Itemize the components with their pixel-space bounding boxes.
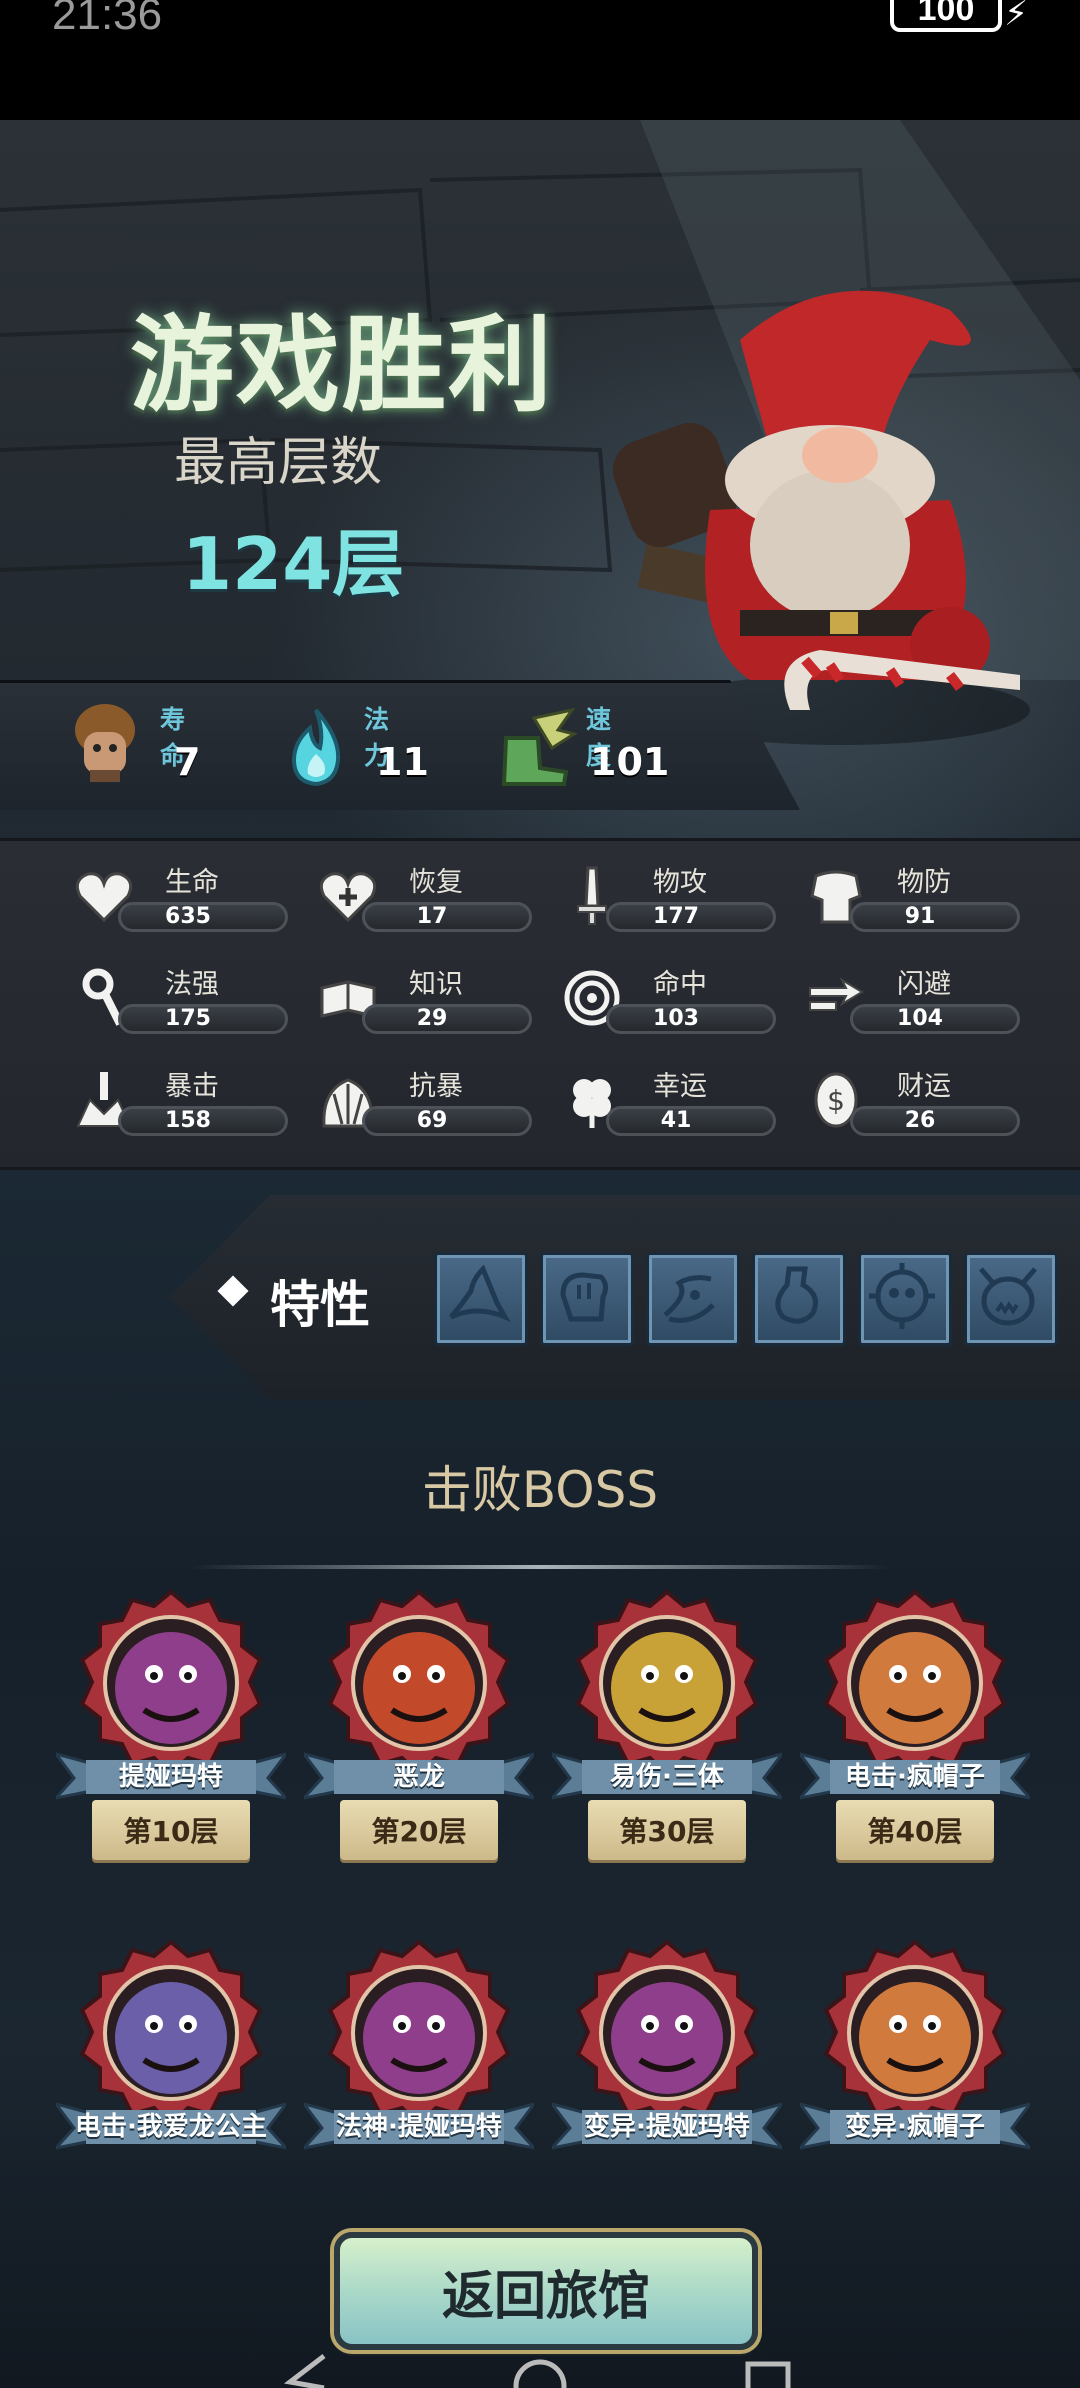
trait-potion[interactable] xyxy=(752,1252,846,1346)
boss-name: 变异·提娅玛特 xyxy=(584,2112,750,2142)
attr-crit-resist: 抗暴 69 xyxy=(316,1064,542,1144)
boss-card[interactable]: 法神·提娅玛特 xyxy=(304,1938,534,2238)
boss-floor: 第20层 xyxy=(371,1815,467,1848)
attr-label: 恢复 xyxy=(409,867,463,898)
boss-name: 电击·疯帽子 xyxy=(845,1762,985,1792)
attr-hp: 生命 635 xyxy=(72,860,298,940)
traits-title: 特性 xyxy=(270,1276,370,1334)
stat-value: 7 xyxy=(174,740,201,784)
attr-label: 知识 xyxy=(409,969,463,1000)
boss-card[interactable]: 易伤·三体第30层 xyxy=(552,1588,782,1888)
max-floor-value: 124层 xyxy=(182,522,405,606)
attr-label: 抗暴 xyxy=(409,1071,463,1102)
attr-label: 法强 xyxy=(165,969,219,1000)
attr-fortune: $ 财运 26 xyxy=(804,1064,1030,1144)
attr-phys-defense: 物防 91 xyxy=(804,860,1030,940)
skull-gear-icon xyxy=(869,1263,935,1329)
attr-label: 财运 xyxy=(897,1071,951,1102)
boss-floor: 第30层 xyxy=(619,1815,715,1848)
ogre-face-icon xyxy=(979,1267,1037,1326)
attr-value: 41 xyxy=(660,1108,692,1133)
boss-card[interactable]: 电击·我爱龙公主 xyxy=(56,1938,286,2238)
charging-icon: ⚡ xyxy=(1004,0,1028,34)
section-divider xyxy=(190,1565,890,1569)
attr-luck: 幸运 41 xyxy=(560,1064,786,1144)
attr-dodge: 闪避 104 xyxy=(804,962,1030,1042)
boss-name: 恶龙 xyxy=(392,1762,445,1792)
attr-value: 26 xyxy=(904,1108,936,1133)
status-time: 21:36 xyxy=(52,0,163,39)
attr-accuracy: 命中 103 xyxy=(560,962,786,1042)
boss-card[interactable]: 变异·疯帽子 xyxy=(800,1938,1030,2238)
status-bar: 21:36 100 ⚡ xyxy=(0,0,1080,120)
attr-value: 91 xyxy=(904,904,936,929)
winged-boot-icon xyxy=(501,708,578,786)
attr-label: 暴击 xyxy=(165,1071,219,1102)
trait-scroll-map[interactable] xyxy=(646,1252,740,1346)
battery-indicator: 100 xyxy=(890,0,1002,32)
attr-label: 生命 xyxy=(165,867,219,898)
villager-icon xyxy=(75,704,135,782)
boss-name: 易伤·三体 xyxy=(610,1762,724,1792)
attr-value: 29 xyxy=(416,1006,448,1031)
boss-card[interactable]: 电击·疯帽子 第40层 xyxy=(800,1588,1030,1888)
scroll-map-icon xyxy=(663,1275,715,1323)
trait-wizard-hat[interactable] xyxy=(434,1252,528,1346)
attr-value: 177 xyxy=(653,904,699,929)
wizard-hat-icon xyxy=(449,1264,511,1323)
boss-card[interactable]: 变异·提娅玛特 xyxy=(552,1938,782,2238)
boss-name: 法神·提娅玛特 xyxy=(336,2112,502,2142)
boss-card[interactable]: 提娅玛特第10层 xyxy=(56,1588,286,1888)
fist-icon xyxy=(560,1272,609,1322)
nav-recents-icon xyxy=(745,2361,791,2388)
blue-flame-icon xyxy=(291,708,341,786)
nav-back-icon xyxy=(283,2354,326,2388)
attr-phys-attack: 物攻 177 xyxy=(560,860,786,940)
boss-name: 变异·疯帽子 xyxy=(845,2112,985,2142)
boss-card[interactable]: 恶龙第20层 xyxy=(304,1588,534,1888)
attr-value: 635 xyxy=(165,904,211,929)
stat-value: 101 xyxy=(590,740,670,784)
boss-name: 提娅玛特 xyxy=(118,1762,223,1792)
attr-label: 命中 xyxy=(653,969,707,1000)
attr-value: 103 xyxy=(653,1006,699,1031)
attr-value: 175 xyxy=(165,1006,211,1031)
attr-label: 物攻 xyxy=(653,867,707,898)
boss-name: 电击·我爱龙公主 xyxy=(75,2112,267,2142)
attr-value: 104 xyxy=(897,1006,943,1031)
max-floor-label: 最高层数 xyxy=(174,433,383,493)
attr-label: 幸运 xyxy=(653,1071,707,1102)
boss-floor: 第10层 xyxy=(123,1815,219,1848)
system-nav-bar xyxy=(283,2354,791,2388)
trait-skull-gear[interactable] xyxy=(858,1252,952,1346)
trait-ogre-face[interactable] xyxy=(964,1252,1058,1346)
potion-icon xyxy=(775,1266,818,1324)
attr-label: 物防 xyxy=(897,867,951,898)
boss-floor: 第40层 xyxy=(867,1815,963,1848)
attr-regen: 恢复 17 xyxy=(316,860,542,940)
attr-value: 69 xyxy=(416,1108,448,1133)
trait-fist[interactable] xyxy=(540,1252,634,1346)
victory-title: 游戏胜利 xyxy=(130,304,555,426)
attr-value: 158 xyxy=(165,1108,211,1133)
boss-section-title: 击败BOSS xyxy=(421,1461,659,1519)
attr-crit: 暴击 158 xyxy=(72,1064,298,1144)
attr-value: 17 xyxy=(416,904,448,929)
attr-label: 闪避 xyxy=(897,969,951,1000)
attr-knowledge: 知识 29 xyxy=(316,962,542,1042)
return-to-inn-label: 返回旅馆 xyxy=(441,2267,650,2327)
nav-home-icon xyxy=(513,2359,567,2388)
stat-value: 11 xyxy=(376,740,429,784)
attr-magic-power: 法强 175 xyxy=(72,962,298,1042)
